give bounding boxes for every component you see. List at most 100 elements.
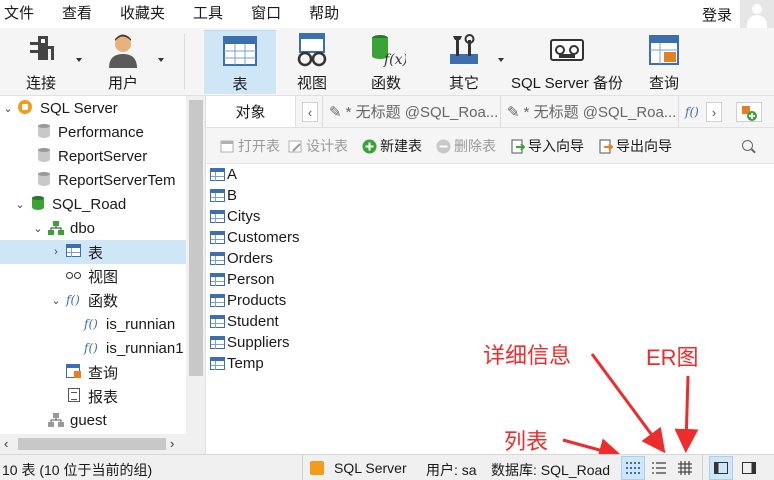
list-item-label: Customers [227,229,300,246]
sqlserver-backup-label: SQL Server 备份 [511,75,623,92]
import-wizard-button[interactable]: 导入向导 [510,137,584,155]
tree-item-tables[interactable]: › 表 [0,240,186,264]
new-table-icon [362,139,377,154]
tab-scroll-right-icon[interactable]: › [706,102,722,122]
table-button[interactable]: 表 [204,30,276,94]
menu-tools[interactable]: 工具 [189,0,239,28]
view-button[interactable]: 视图 [288,30,336,94]
user-button[interactable]: 用户 [98,30,148,94]
list-item-label: Person [227,271,275,288]
tree-item-label: is_runnian [106,315,176,333]
list-item[interactable]: Orders [210,248,273,269]
menu-help[interactable]: 帮助 [305,0,355,28]
schema-icon [48,412,64,428]
tab-function-partial[interactable]: f() [678,96,702,127]
list-item[interactable]: Suppliers [210,332,290,353]
tree-item-guest[interactable]: guest [0,408,186,432]
table-icon [210,189,225,202]
search-icon[interactable] [742,140,753,151]
toggle-left-panel-button[interactable] [709,456,733,480]
tab-query-1[interactable]: ✎ * 无标题 @SQL_Roa... [322,96,498,127]
connection-dropdown-icon[interactable] [76,58,82,62]
table-label: 表 [232,76,248,93]
design-table-button[interactable]: 设计表 [288,137,348,155]
chevron-down-icon[interactable]: ⌄ [50,294,62,307]
tree-item-queries[interactable]: 查询 [0,360,186,384]
login-link[interactable]: 登录 [702,4,732,25]
list-item[interactable]: Citys [210,206,260,227]
annotation-list: 列表 [504,429,549,454]
list-item[interactable]: Student [210,311,279,332]
list-item[interactable]: Customers [210,227,300,248]
query-pen-icon: ✎ [507,103,520,121]
function-button[interactable]: f(x) 函数 [362,30,410,94]
tab-query-1-label: * 无标题 @SQL_Roa... [345,104,498,121]
connection-button[interactable]: 连接 [16,30,66,94]
tree-item-label: ReportServerTem [58,171,176,189]
chevron-down-icon[interactable]: ⌄ [2,102,14,115]
other-dropdown-icon[interactable] [498,58,504,62]
tree-item-dbo[interactable]: ⌄ dbo [0,216,186,240]
tree-item-reportservertemp[interactable]: ReportServerTem [0,168,186,192]
menu-window[interactable]: 窗口 [247,0,297,28]
chevron-down-icon[interactable]: ⌄ [32,222,44,235]
other-button[interactable]: 其它 [440,30,488,94]
delete-table-button[interactable]: 删除表 [436,137,496,155]
menu-view[interactable]: 查看 [58,0,108,28]
open-table-button[interactable]: 打开表 [220,137,280,155]
scrollbar-thumb[interactable] [189,100,203,376]
view-icons-button[interactable] [621,456,645,480]
toggle-right-panel-button[interactable] [737,456,761,480]
scroll-left-icon[interactable]: ‹ [4,436,8,451]
report-icon [66,388,82,404]
tab-scroll-left-icon[interactable]: ‹ [302,102,318,122]
new-table-button[interactable]: 新建表 [362,137,422,155]
chevron-down-icon[interactable]: ⌄ [14,198,26,211]
new-tab-icon[interactable] [736,102,762,122]
view-list-button[interactable] [647,456,671,480]
tab-objects[interactable]: 对象 [206,96,296,127]
tab-bar: 对象 ‹ ✎ * 无标题 @SQL_Roa... ✎ * 无标题 @SQL_Ro… [206,96,774,128]
sqlserver-backup-button[interactable]: SQL Server 备份 [508,30,626,94]
export-wizard-button[interactable]: 导出向导 [598,137,672,155]
view-glasses-icon [66,268,82,284]
chevron-right-icon[interactable]: › [50,246,62,258]
query-button[interactable]: 查询 [640,30,688,94]
function-icon: f() [84,317,98,331]
tree-item-functions[interactable]: ⌄ f() 函数 [0,288,186,312]
tree-item-performance[interactable]: Performance [0,120,186,144]
list-item[interactable]: Temp [210,353,264,374]
list-item[interactable]: B [210,185,237,206]
menu-favorites[interactable]: 收藏夹 [116,0,181,28]
menu-file[interactable]: 文件 [0,0,50,28]
tree-item-reportserver[interactable]: ReportServer [0,144,186,168]
connection-label: 连接 [25,75,56,92]
tree-horizontal-scrollbar[interactable]: ‹ › [0,434,206,454]
export-wizard-label: 导出向导 [616,138,672,154]
view-er-diagram-button[interactable] [673,456,697,480]
query-label: 查询 [648,75,679,92]
tree-item-label: Performance [58,123,144,141]
tree-item-label: 报表 [88,388,119,406]
tree-item-sqlroad[interactable]: ⌄ SQL_Road [0,192,186,216]
status-bar: 10 表 (10 位于当前的组) SQL Server 用户: sa 数据库: … [0,454,774,480]
server-icon [310,461,324,475]
user-label: 用户 [107,75,138,92]
tab-query-2[interactable]: ✎ * 无标题 @SQL_Roa... [500,96,676,127]
tree-item-is-runnian1[interactable]: f() is_runnian1 [0,336,186,360]
database-icon [36,124,52,140]
tree-item-is-runnian[interactable]: f() is_runnian [0,312,186,336]
list-item[interactable]: Products [210,290,286,311]
scroll-right-icon[interactable]: › [170,436,174,451]
list-item[interactable]: A [210,164,237,185]
left-panel-icon [714,462,728,474]
scrollbar-thumb[interactable] [18,438,166,450]
list-item[interactable]: Person [210,269,275,290]
tree-vertical-scrollbar[interactable] [186,96,205,434]
tree-item-reports[interactable]: 报表 [0,384,186,408]
tree-item-sqlserver[interactable]: ⌄ SQL Server [0,96,186,120]
user-dropdown-icon[interactable] [158,58,164,62]
tree-item-views[interactable]: 视图 [0,264,186,288]
schema-icon [48,220,64,236]
account-avatar-icon[interactable] [740,0,774,28]
